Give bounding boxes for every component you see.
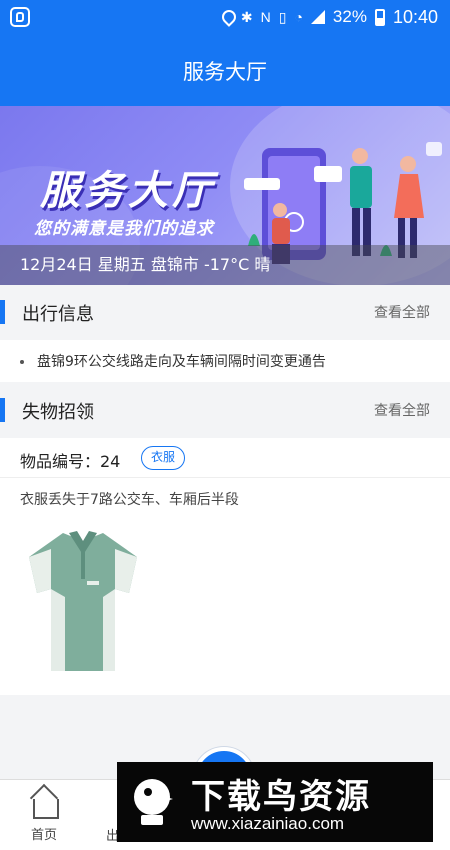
lost-item-row[interactable]: 物品编号：24 衣服 (0, 438, 450, 478)
section-title: 失物招领 (22, 402, 94, 423)
page-title: 服务大厅 (183, 60, 267, 84)
travel-info-section: 出行信息 查看全部 盘锦9环公交线路走向及车辆间隔时间变更通告 (0, 285, 450, 382)
tab-home[interactable]: 首页 (14, 786, 74, 843)
section-header: 失物招领 查看全部 (0, 383, 450, 438)
status-bar: ✱ N ▯ ◔ 32% 10:40 (0, 0, 450, 34)
clock: 10:40 (392, 6, 438, 27)
signal-icon (310, 10, 325, 24)
section-header: 出行信息 查看全部 (0, 285, 450, 340)
weather-bar: 12月24日 星期五 盘锦市 -17°C 晴 (0, 245, 450, 285)
notice-text: 盘锦9环公交线路走向及车辆间隔时间变更通告 (37, 354, 326, 370)
watermark-title: 下载鸟资源 (191, 777, 371, 817)
location-icon (221, 10, 233, 24)
status-icons: ✱ N ▯ ◔ 32% 10:40 (221, 6, 438, 28)
home-icon (29, 786, 59, 820)
tab-home-label: 首页 (30, 828, 57, 843)
item-description: 衣服丢失于7路公交车、车厢后半段 (20, 492, 239, 508)
nfc-icon: N (260, 9, 271, 25)
bullet-icon (20, 360, 24, 364)
view-all-link[interactable]: 查看全部 (374, 400, 430, 420)
section-accent-bar (0, 300, 5, 324)
battery-percent: 32% (332, 7, 367, 26)
lost-found-section: 失物招领 查看全部 物品编号：24 衣服 衣服丢失于7路公交车、车厢后半段 (0, 383, 450, 695)
bird-logo-icon (134, 779, 173, 825)
banner-slogan: 您的满意是我们的追求 (34, 219, 214, 239)
app-header: 服务大厅 (0, 34, 450, 106)
watermark-url: www.xiazainiao.com (191, 814, 345, 833)
polo-shirt-image[interactable] (25, 527, 141, 677)
hero-banner[interactable]: 服务大厅 您的满意是我们的追求 12月24日 星期五 盘锦市 -17°C 晴 (0, 106, 450, 285)
banner-headline: 服务大厅 (40, 168, 216, 214)
notice-item[interactable]: 盘锦9环公交线路走向及车辆间隔时间变更通告 (0, 340, 450, 382)
battery-icon (374, 8, 385, 26)
item-number: 物品编号：24 (20, 452, 121, 471)
watermark-overlay: 下载鸟资源 www.xiazainiao.com (117, 762, 433, 842)
wifi-icon: ◔ (294, 9, 303, 25)
app-notification-icon (10, 7, 30, 27)
view-all-link[interactable]: 查看全部 (374, 302, 430, 322)
category-badge: 衣服 (141, 446, 186, 470)
bluetooth-icon: ✱ (240, 8, 253, 25)
section-accent-bar (0, 398, 5, 422)
section-title: 出行信息 (22, 304, 94, 325)
vibrate-icon: ▯ (278, 8, 287, 25)
